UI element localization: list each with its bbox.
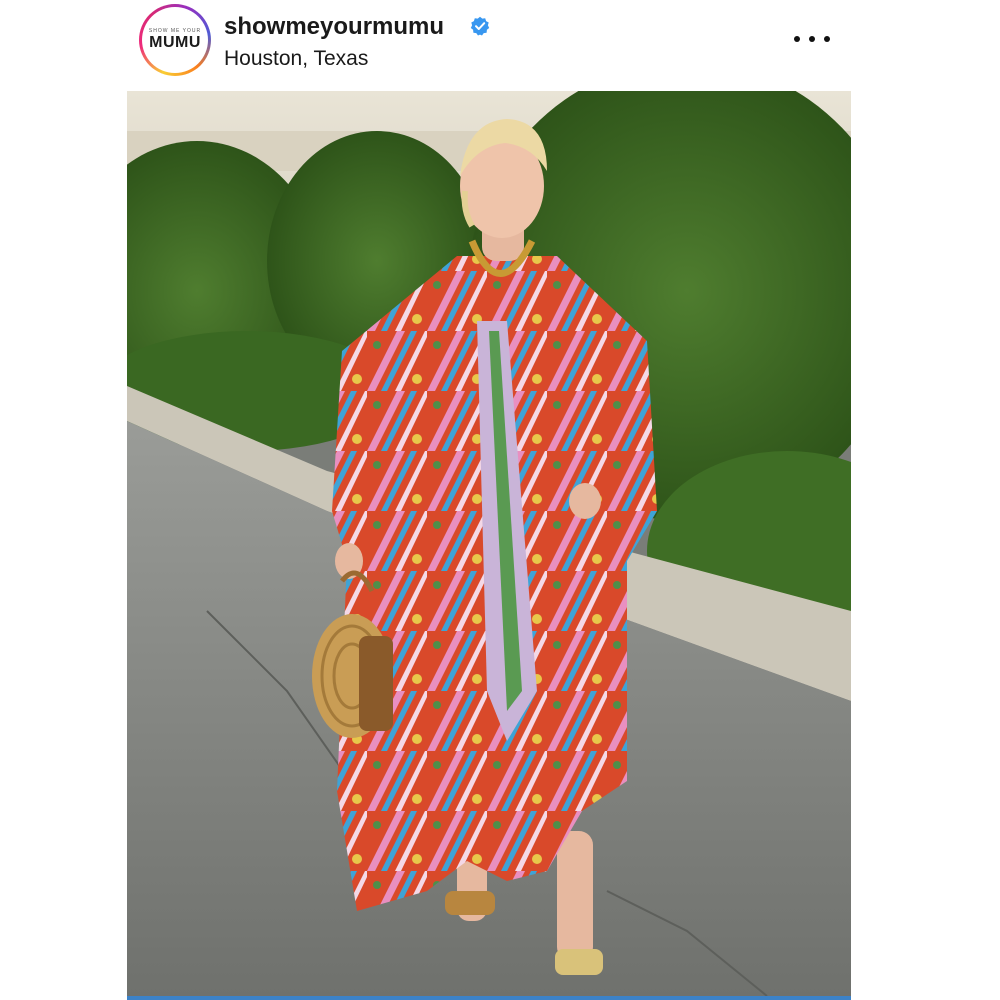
divider <box>127 996 851 1000</box>
more-options-button[interactable] <box>794 26 830 52</box>
verified-badge-icon <box>470 16 490 36</box>
more-horizontal-icon <box>794 36 800 42</box>
more-horizontal-icon <box>809 36 815 42</box>
avatar-logo-text: MUMU <box>149 34 201 51</box>
post-header: SHOW ME YOUR MUMU showmeyourmumu Houston… <box>0 0 1000 90</box>
location-link[interactable]: Houston, Texas <box>224 46 368 72</box>
profile-avatar[interactable]: SHOW ME YOUR MUMU <box>139 4 211 76</box>
photo-illustration <box>127 91 851 996</box>
instagram-post: SHOW ME YOUR MUMU showmeyourmumu Houston… <box>0 0 1000 1000</box>
post-photo[interactable] <box>127 91 851 996</box>
avatar-logo: SHOW ME YOUR MUMU <box>142 7 208 73</box>
more-horizontal-icon <box>824 36 830 42</box>
username-link[interactable]: showmeyourmumu <box>224 13 444 41</box>
